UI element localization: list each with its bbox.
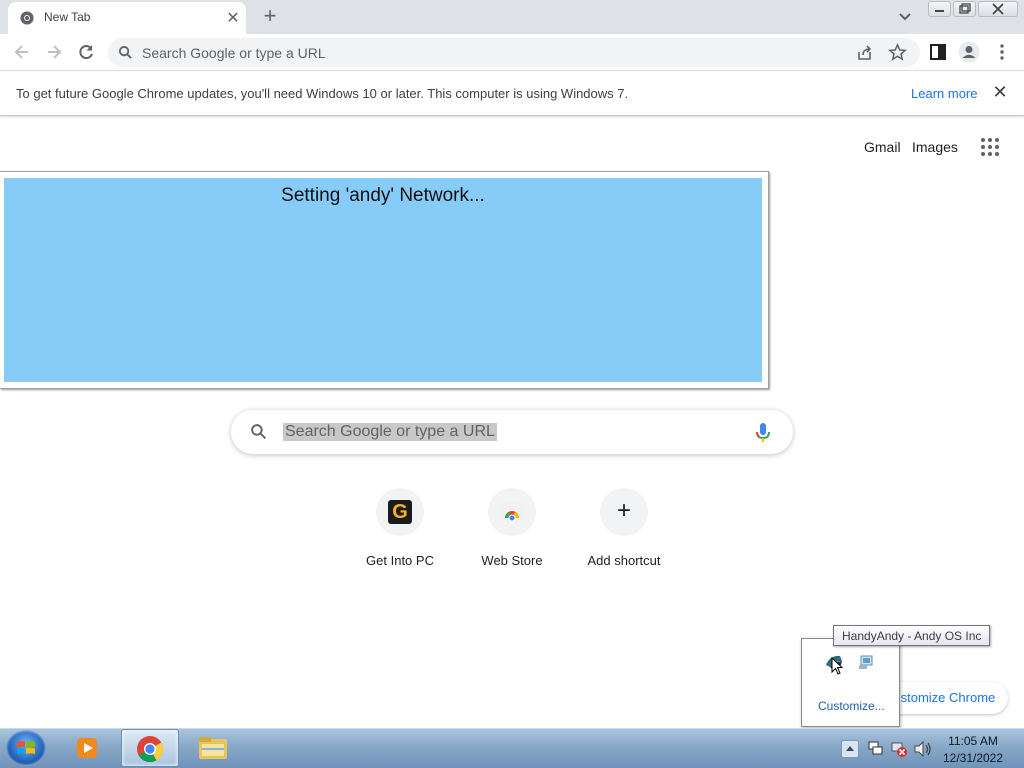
tab-new-tab[interactable]: New Tab ✕: [8, 2, 246, 34]
andy-status-panel: [4, 178, 762, 382]
microphone-icon[interactable]: [755, 422, 771, 444]
clock-date: 12/31/2022: [942, 751, 1004, 765]
tab-close-button[interactable]: ✕: [224, 8, 242, 28]
shortcut-get-into-pc[interactable]: G: [376, 488, 424, 536]
action-center-flag-icon[interactable]: [866, 740, 884, 758]
andy-status-message: Setting 'andy' Network...: [281, 185, 485, 206]
shortcut-label: Get Into PC: [366, 553, 434, 568]
tab-title: New Tab: [44, 10, 91, 24]
windows-logo-icon: [17, 741, 35, 754]
show-hidden-icons-icon[interactable]: [841, 740, 859, 758]
web-store-icon: [502, 502, 522, 522]
omnibox-placeholder: Search Google or type a URL: [142, 45, 326, 61]
shortcut-label: Web Store: [481, 553, 543, 568]
chrome-menu-icon[interactable]: [992, 42, 1012, 62]
minimize-button[interactable]: [928, 1, 951, 17]
reload-icon[interactable]: [76, 42, 96, 62]
taskbar-explorer[interactable]: [184, 729, 242, 767]
back-arrow-icon[interactable]: [12, 42, 32, 62]
network-disconnected-icon[interactable]: [890, 740, 908, 758]
ntp-search-placeholder: Search Google or type a URL: [283, 423, 497, 441]
media-player-icon: [77, 738, 97, 758]
get-into-pc-logo-icon: G: [388, 500, 412, 524]
customize-chrome-label: Customize Chrome: [884, 690, 996, 705]
taskbar-chrome[interactable]: [121, 729, 179, 767]
omnibox[interactable]: Search Google or type a URL: [108, 38, 920, 67]
restore-icon: [959, 3, 971, 14]
google-apps-icon[interactable]: [980, 137, 1000, 157]
network-tray-icon[interactable]: [857, 654, 875, 670]
side-panel-icon[interactable]: [928, 42, 948, 62]
share-icon[interactable]: [856, 44, 874, 62]
taskbar-media-player[interactable]: [58, 729, 116, 767]
learn-more-link[interactable]: Learn more: [911, 86, 977, 101]
new-tab-button[interactable]: +: [258, 4, 282, 28]
chrome-favicon-icon: [20, 11, 34, 25]
volume-icon[interactable]: [913, 740, 933, 758]
update-infobar: To get future Google Chrome updates, you…: [0, 72, 1024, 116]
start-button[interactable]: [6, 730, 46, 766]
infobar-close-button[interactable]: ✕: [990, 82, 1010, 103]
chrome-icon: [137, 736, 164, 763]
infobar-message: To get future Google Chrome updates, you…: [16, 86, 629, 101]
restore-button[interactable]: [953, 1, 976, 17]
forward-arrow-icon[interactable]: [44, 42, 64, 62]
shortcut-label: Add shortcut: [587, 553, 661, 568]
search-icon: [118, 45, 132, 59]
minimize-icon: [935, 10, 944, 12]
close-window-button[interactable]: [978, 1, 1018, 17]
system-clock[interactable]: 11:05 AM 12/31/2022: [934, 733, 1012, 767]
profile-avatar-icon[interactable]: [958, 41, 980, 63]
ntp-search-box[interactable]: Search Google or type a URL: [231, 410, 793, 454]
add-shortcut-button[interactable]: +: [600, 488, 648, 536]
tray-customize-link[interactable]: Customize...: [818, 699, 885, 713]
tray-overflow-popup: Customize...: [801, 638, 900, 727]
clock-time: 11:05 AM: [948, 734, 998, 748]
plus-icon: +: [616, 497, 631, 524]
search-icon: [251, 424, 267, 440]
folder-icon: [199, 737, 227, 759]
tab-search-chevron-icon[interactable]: [896, 6, 914, 26]
gmail-link[interactable]: Gmail: [864, 139, 901, 155]
bookmark-star-icon[interactable]: [888, 43, 907, 62]
tray-tooltip: HandyAndy - Andy OS Inc: [833, 625, 991, 646]
images-link[interactable]: Images: [912, 139, 958, 155]
shortcut-web-store[interactable]: [488, 488, 536, 536]
close-icon: [992, 3, 1004, 15]
mouse-cursor-icon: [831, 657, 844, 675]
